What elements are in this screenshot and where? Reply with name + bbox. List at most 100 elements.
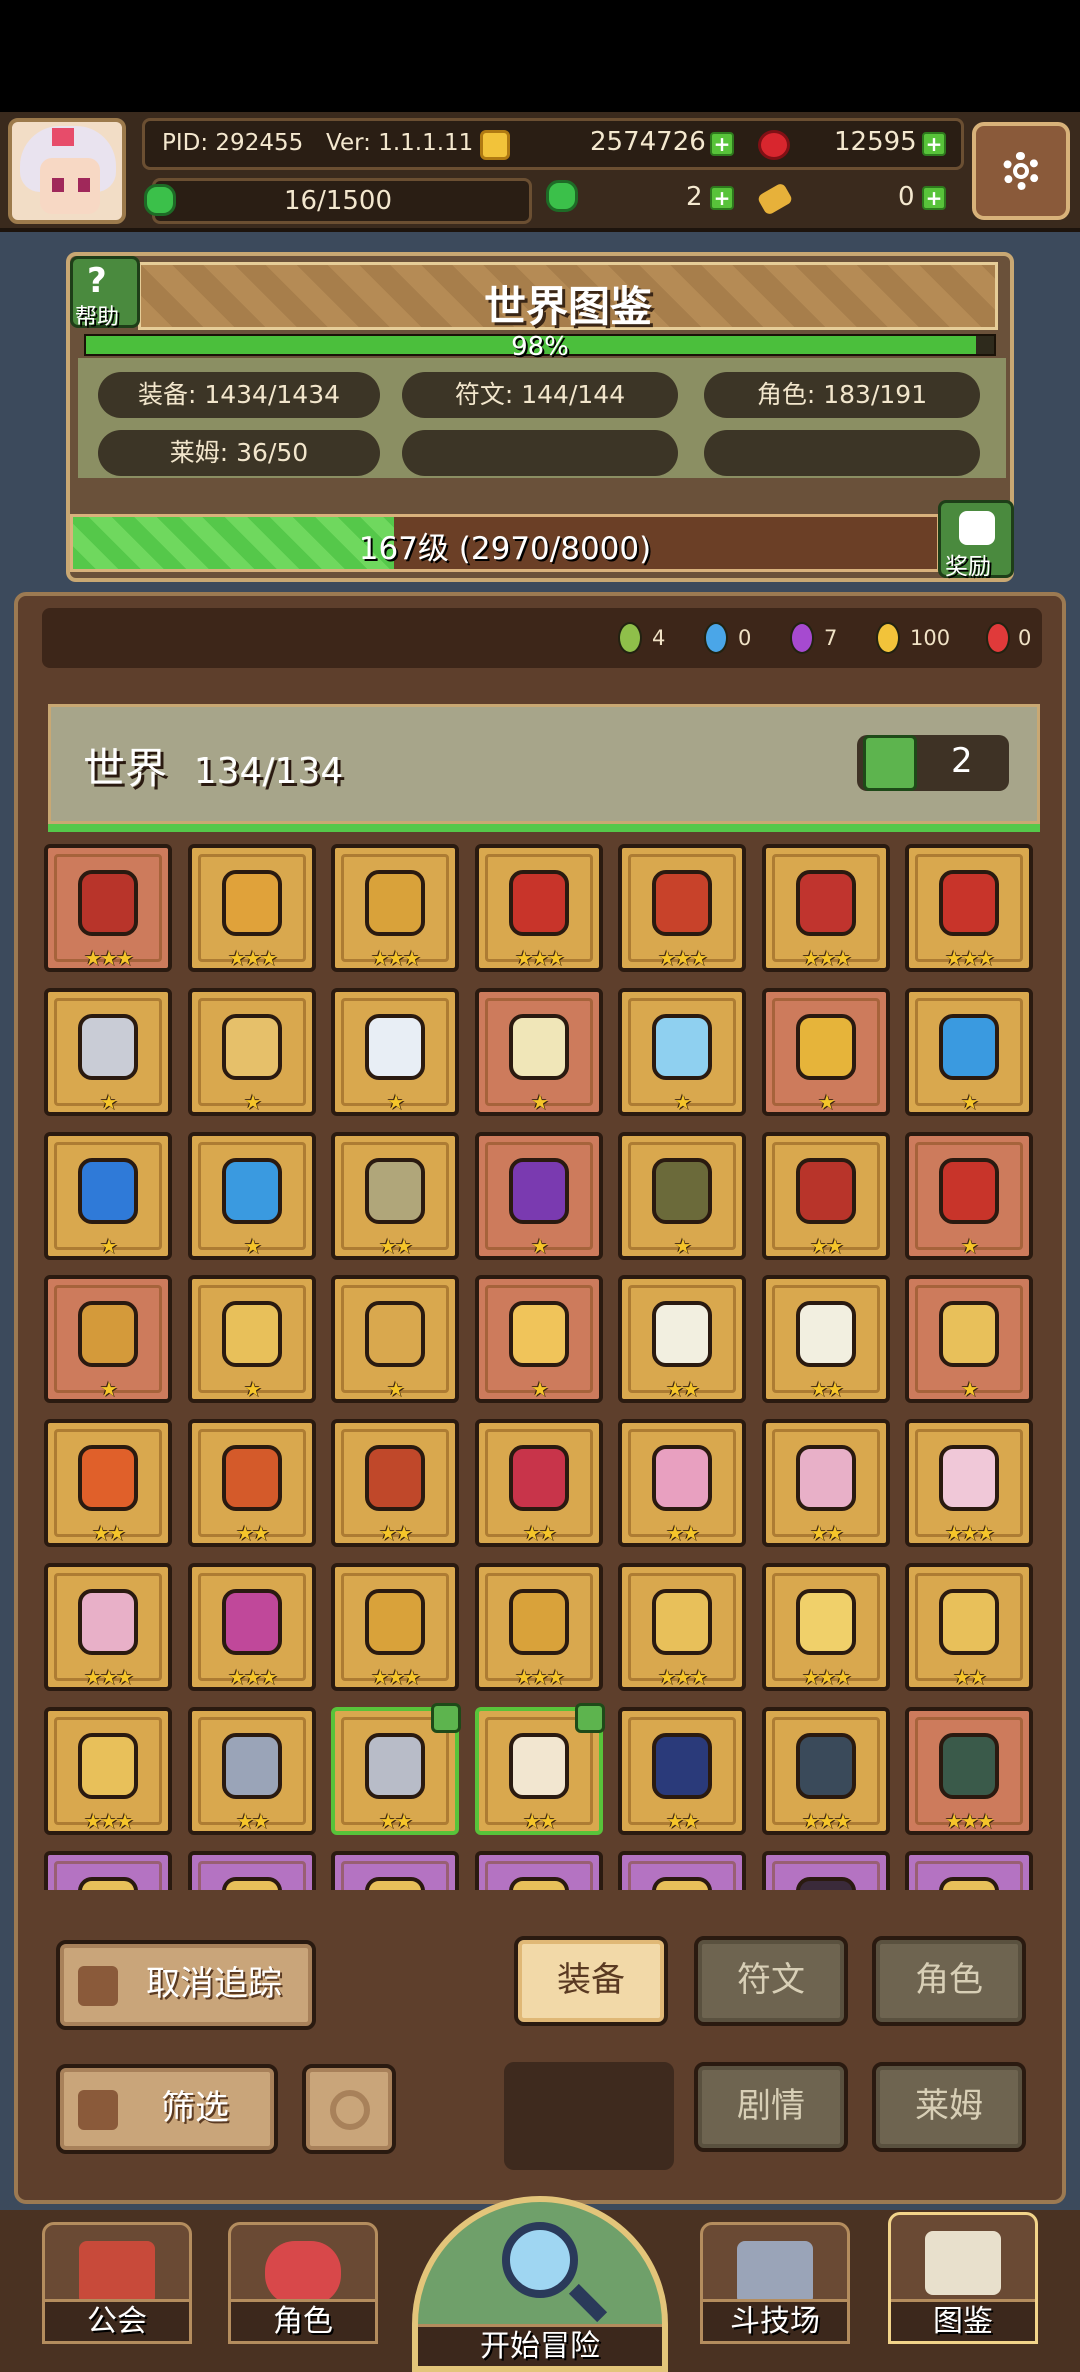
add-clover-icon[interactable]: + xyxy=(710,186,734,210)
item-tile[interactable]: ★★ xyxy=(618,1275,746,1403)
tab-slime[interactable]: 莱姆 xyxy=(872,2062,1026,2152)
item-tile[interactable]: ★★ xyxy=(331,1419,459,1547)
item-tile[interactable]: ★★ xyxy=(905,1563,1033,1691)
item-tile[interactable]: ★★ xyxy=(618,1419,746,1547)
equipment-icon xyxy=(939,1014,999,1080)
equipment-icon xyxy=(78,1589,138,1655)
item-tile[interactable]: ★ xyxy=(475,1132,603,1260)
like-counter[interactable]: 2 xyxy=(857,735,1009,791)
reward-button[interactable]: 奖励 xyxy=(938,500,1014,580)
item-tile[interactable] xyxy=(188,1851,316,1890)
item-tile[interactable]: ★ xyxy=(44,1132,172,1260)
untrack-button[interactable]: 取消追踪 xyxy=(56,1940,316,2030)
equipment-icon xyxy=(78,1014,138,1080)
item-tile[interactable]: ★ xyxy=(905,1275,1033,1403)
equipment-icon xyxy=(365,1014,425,1080)
nav-character-label: 角色 xyxy=(231,2299,375,2341)
nav-codex[interactable]: 图鉴 xyxy=(888,2212,1038,2344)
item-tile[interactable]: ★ xyxy=(331,1275,459,1403)
item-tile[interactable]: ★ xyxy=(331,988,459,1116)
item-tile[interactable]: ★★★ xyxy=(905,1707,1033,1835)
item-tile[interactable]: ★★★ xyxy=(618,844,746,972)
tab-equipment[interactable]: 装备 xyxy=(514,1936,668,2026)
add-ruby-icon[interactable]: + xyxy=(922,132,946,156)
item-tile[interactable]: ★ xyxy=(905,988,1033,1116)
nav-character[interactable]: 角色 xyxy=(228,2222,378,2344)
item-tile[interactable]: ★★★ xyxy=(331,1563,459,1691)
item-tile[interactable]: ★★★ xyxy=(44,1563,172,1691)
item-tile[interactable] xyxy=(44,1851,172,1890)
tab-characters[interactable]: 角色 xyxy=(872,1936,1026,2026)
item-tile[interactable]: ★★ xyxy=(188,1707,316,1835)
item-tile[interactable]: ★★★ xyxy=(188,844,316,972)
item-tile[interactable]: ★ xyxy=(618,1132,746,1260)
nav-arena[interactable]: 斗技场 xyxy=(700,2222,850,2344)
item-tile[interactable]: ★★ xyxy=(188,1419,316,1547)
star-rating: ★★★ xyxy=(228,1665,278,1689)
item-tile[interactable] xyxy=(762,1851,890,1890)
equipment-icon xyxy=(796,870,856,936)
item-tile[interactable]: ★ xyxy=(618,988,746,1116)
item-tile[interactable]: ★★★ xyxy=(475,844,603,972)
nav-guild-label: 公会 xyxy=(45,2299,189,2341)
item-tile[interactable]: ★★★ xyxy=(475,1563,603,1691)
star-rating: ★★★ xyxy=(84,946,134,970)
item-tile[interactable]: ★★★ xyxy=(188,1563,316,1691)
item-tile[interactable]: ★★★ xyxy=(44,844,172,972)
equipment-icon xyxy=(365,1877,425,1890)
item-tile[interactable]: ★★★ xyxy=(762,844,890,972)
item-tile[interactable]: ★ xyxy=(905,1132,1033,1260)
player-avatar[interactable] xyxy=(8,118,126,224)
item-tile[interactable]: ★★ xyxy=(618,1707,746,1835)
item-tile[interactable]: ★★ xyxy=(331,1132,459,1260)
item-tile[interactable]: ★ xyxy=(188,1132,316,1260)
equipment-icon xyxy=(796,1445,856,1511)
star-rating: ★ xyxy=(961,1090,979,1114)
item-tile[interactable]: ★ xyxy=(188,1275,316,1403)
nav-guild[interactable]: 公会 xyxy=(42,2222,192,2344)
star-rating: ★★ xyxy=(810,1377,844,1401)
item-tile[interactable]: ★★★ xyxy=(618,1563,746,1691)
star-rating: ★★★ xyxy=(802,946,852,970)
add-key-icon[interactable]: + xyxy=(922,186,946,210)
item-tile[interactable]: ★★ xyxy=(762,1132,890,1260)
filter-button[interactable]: 筛选 xyxy=(56,2064,278,2154)
item-tile[interactable]: ★ xyxy=(475,988,603,1116)
item-tile[interactable]: ★★★ xyxy=(905,844,1033,972)
item-tile[interactable] xyxy=(905,1851,1033,1890)
item-tile[interactable]: ★★★ xyxy=(905,1419,1033,1547)
item-tile[interactable]: ★★ xyxy=(44,1419,172,1547)
item-tile[interactable]: ★★ xyxy=(762,1419,890,1547)
item-tile[interactable]: ★★ xyxy=(762,1275,890,1403)
item-tile[interactable]: ★★★ xyxy=(762,1707,890,1835)
item-tile[interactable]: ★ xyxy=(188,988,316,1116)
add-gold-icon[interactable]: + xyxy=(710,132,734,156)
tab-runes[interactable]: 符文 xyxy=(694,1936,848,2026)
book-icon xyxy=(925,2231,1001,2295)
item-tile[interactable]: ★ xyxy=(44,1275,172,1403)
item-tile[interactable]: ★ xyxy=(44,988,172,1116)
item-tile[interactable] xyxy=(475,1851,603,1890)
item-tile[interactable]: ★★ xyxy=(331,1703,461,1835)
star-rating: ★★★ xyxy=(945,1809,995,1833)
equipment-icon xyxy=(939,1301,999,1367)
star-rating: ★ xyxy=(531,1090,549,1114)
help-button[interactable]: ? 帮助 xyxy=(70,256,140,330)
nav-adventure-label: 开始冒险 xyxy=(418,2324,662,2366)
title-banner: 世界图鉴 xyxy=(138,262,998,331)
star-rating: ★ xyxy=(387,1377,405,1401)
tab-story[interactable]: 剧情 xyxy=(694,2062,848,2152)
item-tile[interactable]: ★★★ xyxy=(762,1563,890,1691)
item-tile[interactable] xyxy=(618,1851,746,1890)
item-tile[interactable] xyxy=(331,1851,459,1890)
item-tile[interactable]: ★★ xyxy=(475,1703,605,1835)
item-tile[interactable]: ★ xyxy=(475,1275,603,1403)
item-tile[interactable]: ★★ xyxy=(475,1419,603,1547)
reset-filter-button[interactable] xyxy=(302,2064,396,2154)
settings-button[interactable] xyxy=(972,122,1070,220)
item-tile[interactable]: ★★★ xyxy=(331,844,459,972)
item-tile[interactable]: ★★★ xyxy=(44,1707,172,1835)
gold-gem-count: 100 xyxy=(910,626,951,650)
equipment-icon xyxy=(509,1445,569,1511)
item-tile[interactable]: ★ xyxy=(762,988,890,1116)
